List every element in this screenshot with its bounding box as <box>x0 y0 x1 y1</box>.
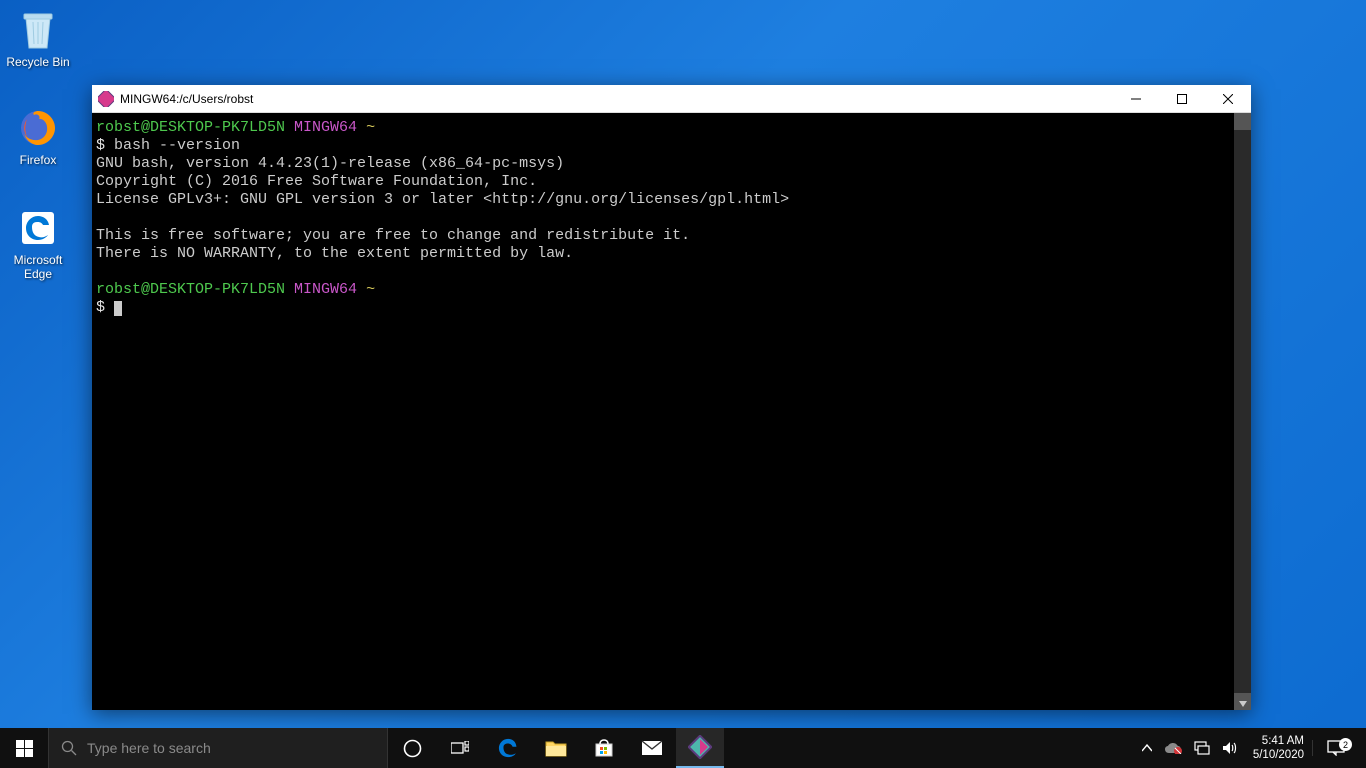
search-icon <box>61 740 77 756</box>
taskbar-mail[interactable] <box>628 728 676 768</box>
maximize-button[interactable] <box>1159 85 1205 113</box>
tray-clock[interactable]: 5:41 AM 5/10/2020 <box>1245 734 1312 763</box>
window-controls <box>1113 85 1251 112</box>
taskbar-edge[interactable] <box>484 728 532 768</box>
taskbar-spacer <box>724 728 1134 768</box>
taskbar-store[interactable] <box>580 728 628 768</box>
windows-icon <box>16 740 33 757</box>
git-bash-icon <box>688 735 712 759</box>
mail-icon <box>641 740 663 756</box>
task-view-button[interactable] <box>436 728 484 768</box>
taskbar-file-explorer[interactable] <box>532 728 580 768</box>
taskbar: Type here to search <box>0 728 1366 768</box>
minimize-button[interactable] <box>1113 85 1159 113</box>
taskbar-git-bash[interactable] <box>676 728 724 768</box>
tray-volume[interactable] <box>1216 728 1245 768</box>
scrollbar[interactable] <box>1234 113 1251 710</box>
search-placeholder: Type here to search <box>87 740 211 756</box>
window-title: MINGW64:/c/Users/robst <box>120 92 1113 106</box>
desktop-icon-label: Microsoft Edge <box>0 254 76 282</box>
desktop-icon-edge[interactable]: Microsoft Edge <box>0 204 76 282</box>
close-button[interactable] <box>1205 85 1251 113</box>
tray-network[interactable] <box>1188 728 1216 768</box>
desktop-icon-recycle-bin[interactable]: Recycle Bin <box>0 6 76 70</box>
desktop-icon-label: Firefox <box>0 154 76 168</box>
chevron-up-icon <box>1142 744 1152 752</box>
terminal-window: MINGW64:/c/Users/robst robst@DESKTOP-PK7… <box>92 85 1251 710</box>
store-icon <box>594 738 614 758</box>
tray-overflow[interactable] <box>1136 728 1158 768</box>
clock-date: 5/10/2020 <box>1253 748 1304 762</box>
firefox-icon <box>14 104 62 152</box>
notification-badge: 2 <box>1339 738 1352 751</box>
action-center-button[interactable]: 2 <box>1312 740 1358 756</box>
folder-icon <box>545 739 567 757</box>
start-button[interactable] <box>0 728 48 768</box>
git-bash-icon <box>98 91 114 107</box>
cloud-icon <box>1164 742 1182 754</box>
terminal-body[interactable]: robst@DESKTOP-PK7LD5N MINGW64 ~ $ bash -… <box>92 113 1251 710</box>
edge-icon <box>14 204 62 252</box>
tray-onedrive[interactable] <box>1158 728 1188 768</box>
search-box[interactable]: Type here to search <box>48 728 388 768</box>
titlebar[interactable]: MINGW64:/c/Users/robst <box>92 85 1251 113</box>
recycle-bin-icon <box>14 6 62 54</box>
speaker-icon <box>1222 741 1239 755</box>
cortana-icon <box>403 739 422 758</box>
terminal-output: robst@DESKTOP-PK7LD5N MINGW64 ~ $ bash -… <box>92 113 1251 323</box>
network-icon <box>1194 741 1210 755</box>
desktop-icon-firefox[interactable]: Firefox <box>0 104 76 168</box>
cortana-button[interactable] <box>388 728 436 768</box>
edge-icon <box>495 735 521 761</box>
clock-time: 5:41 AM <box>1253 734 1304 748</box>
task-view-icon <box>451 741 469 755</box>
desktop-icon-label: Recycle Bin <box>0 56 76 70</box>
system-tray: 5:41 AM 5/10/2020 2 <box>1134 728 1366 768</box>
terminal-cursor <box>114 301 122 316</box>
